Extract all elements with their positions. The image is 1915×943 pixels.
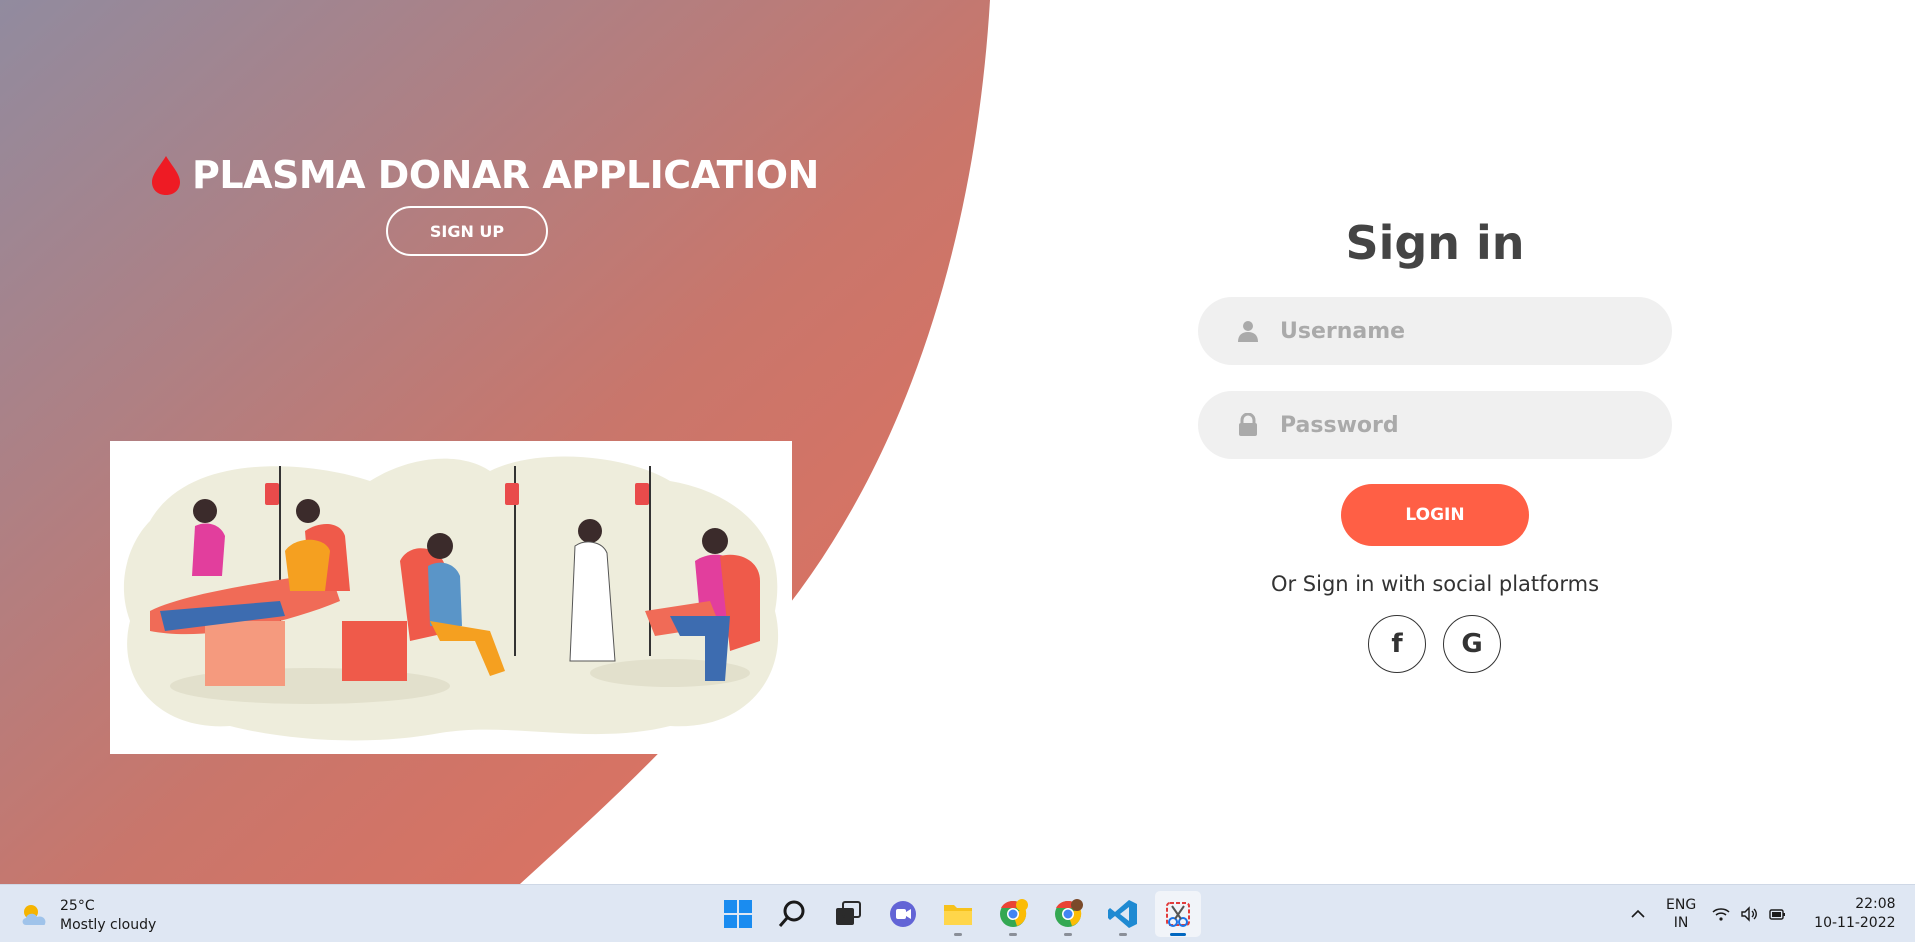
chat-icon: [890, 901, 916, 927]
language-indicator[interactable]: ENG IN: [1666, 896, 1696, 932]
running-indicator: [1009, 933, 1017, 936]
weather-temperature: 25°C: [60, 898, 95, 914]
username-field[interactable]: [1198, 297, 1672, 365]
chrome-icon: [1055, 899, 1083, 927]
search-button[interactable]: [770, 891, 816, 937]
running-indicator: [1064, 933, 1072, 936]
app-title: PLASMA DONAR APPLICATION: [150, 150, 819, 200]
app-window: PLASMA DONAR APPLICATION SIGN UP Sign in…: [0, 0, 1915, 884]
app-title-text: PLASMA DONAR APPLICATION: [192, 153, 819, 197]
taskbar-apps: [715, 891, 1201, 937]
snipping-tool-button[interactable]: [1155, 891, 1201, 937]
illustration-image: [123, 456, 779, 741]
wifi-icon[interactable]: [1712, 905, 1730, 923]
chevron-up-icon[interactable]: [1628, 904, 1648, 924]
left-panel: PLASMA DONAR APPLICATION SIGN UP: [0, 0, 1000, 884]
running-indicator: [1119, 933, 1127, 936]
social-sign-in-text: Or Sign in with social platforms: [1270, 572, 1600, 596]
password-field[interactable]: [1198, 391, 1672, 459]
user-icon: [1238, 321, 1258, 342]
partly-cloudy-icon: [22, 905, 46, 925]
language-code: ENG: [1666, 897, 1697, 913]
social-buttons: f G: [1368, 615, 1502, 673]
file-explorer-icon: [944, 905, 972, 925]
chrome-button[interactable]: [1045, 891, 1091, 937]
google-icon: G: [1461, 629, 1483, 659]
start-button[interactable]: [715, 891, 761, 937]
active-indicator: [1170, 933, 1186, 936]
search-icon: [778, 900, 805, 927]
sign-up-button[interactable]: SIGN UP: [386, 206, 548, 256]
volume-icon[interactable]: [1740, 905, 1758, 923]
username-input[interactable]: [1280, 318, 1660, 344]
start-icon: [724, 900, 752, 928]
language-region: IN: [1673, 915, 1689, 931]
login-button[interactable]: LOGIN: [1341, 484, 1529, 546]
weather-widget[interactable]: 25°C Mostly cloudy: [18, 897, 156, 935]
battery-icon[interactable]: [1768, 905, 1786, 923]
blood-donation-illustration: [110, 441, 792, 754]
facebook-icon: f: [1391, 629, 1403, 659]
vscode-button[interactable]: [1100, 891, 1146, 937]
chrome-profile-button[interactable]: [990, 891, 1036, 937]
chat-button[interactable]: [880, 891, 926, 937]
clock-date: 10-11-2022: [1814, 915, 1896, 931]
task-view-icon: [836, 901, 861, 925]
lock-icon: [1239, 413, 1257, 436]
system-tray: ENG IN 22:08 10-11-2022: [1628, 885, 1896, 943]
weather-text: 25°C Mostly cloudy: [60, 897, 156, 935]
snipping-tool-icon: [1166, 902, 1190, 927]
sign-in-title: Sign in: [1345, 216, 1525, 270]
facebook-button[interactable]: f: [1368, 615, 1426, 673]
password-input[interactable]: [1280, 412, 1660, 438]
task-view-button[interactable]: [825, 891, 871, 937]
file-explorer-button[interactable]: [935, 891, 981, 937]
running-indicator: [954, 933, 962, 936]
chrome-profile-icon: [1000, 899, 1028, 927]
weather-description: Mostly cloudy: [60, 917, 157, 933]
clock-time: 22:08: [1855, 896, 1896, 912]
taskbar: 25°C Mostly cloudy ENG IN 22:08 10-11-20…: [0, 884, 1915, 942]
blood-drop-icon: [152, 156, 180, 195]
google-button[interactable]: G: [1443, 615, 1501, 673]
vscode-icon: [1108, 900, 1137, 928]
clock[interactable]: 22:08 10-11-2022: [1814, 895, 1895, 933]
